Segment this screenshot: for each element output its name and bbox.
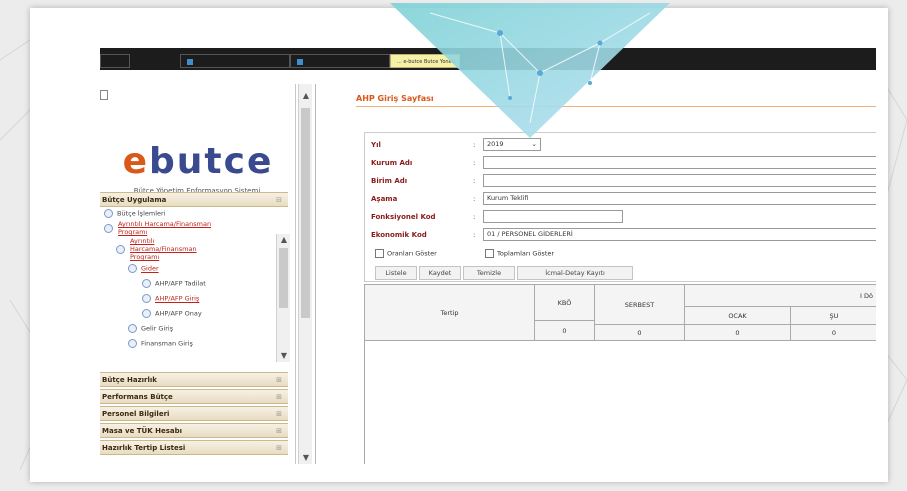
page-icon bbox=[142, 309, 151, 318]
header-serbest: SERBEST bbox=[595, 285, 685, 325]
ebutce-logo: ebutce bbox=[122, 141, 274, 182]
tree-link-harcama-finansman[interactable]: Harcama/Finansman bbox=[130, 245, 197, 253]
tree-item-gider[interactable]: Gider bbox=[128, 264, 159, 273]
tree-scrollbar[interactable]: ▲ ▼ bbox=[276, 234, 290, 362]
section-masa-tuk[interactable]: Masa ve TÜK Hesabı ⊞ bbox=[100, 423, 288, 438]
cell-kbo-value: 0 bbox=[535, 321, 595, 341]
tree-item-ahp-onay[interactable]: AHP/AFP Onay bbox=[142, 309, 202, 318]
page-icon bbox=[128, 324, 137, 333]
tree-link-ayrintili[interactable]: Ayrıntılı Harcama/Finansman bbox=[118, 220, 211, 228]
header-donem: I Dö bbox=[685, 285, 876, 307]
section-butce-uygulama[interactable]: Bütçe Uygulama ⊟ bbox=[100, 192, 288, 207]
expand-icon: ⊞ bbox=[276, 410, 282, 418]
sidebar-tree: Bütçe İşlemleri Ayrıntılı Harcama/Finans… bbox=[104, 208, 276, 370]
label-fonksiyonel: Fonksiyonel Kod bbox=[371, 213, 436, 221]
kurum-select[interactable] bbox=[483, 156, 876, 169]
tree-link-ayrintili-2[interactable]: Ayrıntılı bbox=[130, 237, 154, 245]
label-yil: Yıl bbox=[371, 141, 381, 149]
header-ocak: OCAK bbox=[685, 307, 791, 325]
cell-subat-value: 0 bbox=[791, 325, 876, 341]
page-icon bbox=[128, 339, 137, 348]
folder-icon bbox=[104, 224, 113, 233]
label-ekonomik: Ekonomik Kod bbox=[371, 231, 427, 239]
scroll-up-icon[interactable]: ▲ bbox=[299, 90, 313, 102]
page-icon bbox=[142, 279, 151, 288]
tree-item-ahp-tadilat[interactable]: AHP/AFP Tadilat bbox=[142, 279, 206, 288]
scroll-thumb[interactable] bbox=[301, 108, 310, 318]
header-subat: ŞU bbox=[791, 307, 876, 325]
fonksiyonel-kod-input[interactable] bbox=[483, 210, 623, 223]
folder-icon bbox=[116, 245, 125, 254]
cell-ocak-value: 0 bbox=[685, 325, 791, 341]
tree-item-ahf[interactable] bbox=[116, 245, 129, 254]
expand-icon: ⊞ bbox=[276, 376, 282, 384]
birim-select[interactable] bbox=[483, 174, 876, 187]
section-personel-bilgileri[interactable]: Personel Bilgileri ⊞ bbox=[100, 406, 288, 421]
section-hazirlik-tertip[interactable]: Hazırlık Tertip Listesi ⊞ bbox=[100, 440, 288, 455]
section-butce-hazirlik[interactable]: Bütçe Hazırlık ⊞ bbox=[100, 372, 288, 387]
checkbox-icon bbox=[485, 249, 494, 258]
tree-item-gelir-giris[interactable]: Gelir Giriş bbox=[128, 324, 173, 333]
collapse-icon: ⊟ bbox=[276, 196, 282, 204]
label-birim: Birim Adı bbox=[371, 177, 408, 185]
header-kbo: KBÖ bbox=[535, 285, 595, 321]
expand-icon: ⊞ bbox=[276, 393, 282, 401]
data-grid: Tertip KBÖ SERBEST I Dö OCAK ŞU 0 0 0 0 bbox=[364, 284, 876, 464]
app-icon bbox=[187, 58, 193, 65]
app-icon bbox=[297, 58, 303, 65]
ekonomik-kod-select[interactable]: 01 / PERSONEL GİDERLERİ bbox=[483, 228, 876, 241]
scroll-down-icon[interactable]: ▼ bbox=[299, 452, 313, 464]
tree-item-ahp-giris[interactable]: AHP/AFP Giriş bbox=[142, 294, 199, 303]
folder-icon bbox=[104, 209, 113, 218]
scroll-up-icon[interactable]: ▲ bbox=[277, 234, 291, 246]
taskbar-item[interactable] bbox=[290, 54, 390, 68]
asama-select[interactable]: Kurum Teklifi bbox=[483, 192, 876, 205]
oranlari-goster-checkbox[interactable]: Oranları Göster bbox=[375, 249, 437, 258]
expand-icon: ⊞ bbox=[276, 444, 282, 452]
checkbox-icon bbox=[375, 249, 384, 258]
toplamlari-goster-checkbox[interactable]: Toplamları Göster bbox=[485, 249, 554, 258]
filter-form: Yıl : 2019 ⌄ Kurum Adı : Birim Adı : Aşam… bbox=[364, 132, 876, 282]
section-performans-butce[interactable]: Performans Bütçe ⊞ bbox=[100, 389, 288, 404]
taskbar-item[interactable] bbox=[100, 54, 130, 68]
tree-link-programi-2[interactable]: Programı bbox=[130, 253, 159, 261]
scroll-thumb[interactable] bbox=[279, 248, 288, 308]
tree-item-finansman-giris[interactable]: Finansman Giriş bbox=[128, 339, 193, 348]
decorative-diamond bbox=[390, 3, 670, 138]
cell-serbest-value: 0 bbox=[595, 325, 685, 341]
page-scrollbar[interactable]: ▲ ▼ bbox=[298, 84, 312, 464]
tree-item-butce-islemleri[interactable]: Bütçe İşlemleri bbox=[104, 209, 166, 218]
kaydet-button[interactable]: Kaydet bbox=[419, 266, 461, 280]
label-asama: Aşama bbox=[371, 195, 398, 203]
temizle-button[interactable]: Temizle bbox=[463, 266, 515, 280]
page-icon bbox=[142, 294, 151, 303]
screenshot-frame: ... e-butce Butce Yoneti... ebutce Bütçe… bbox=[30, 3, 888, 482]
expand-icon: ⊞ bbox=[276, 427, 282, 435]
header-tertip: Tertip bbox=[365, 285, 535, 341]
tree-link-programi[interactable]: Programı bbox=[118, 228, 147, 236]
taskbar-item[interactable] bbox=[180, 54, 290, 68]
label-kurum: Kurum Adı bbox=[371, 159, 413, 167]
sidebar: ebutce Bütçe Yönetim Enformasyon Sistemi… bbox=[100, 84, 296, 464]
icmal-detay-button[interactable]: İcmal-Detay Kayıtı bbox=[517, 266, 633, 280]
listele-button[interactable]: Listele bbox=[375, 266, 417, 280]
folder-icon bbox=[128, 264, 137, 273]
page-icon bbox=[100, 90, 108, 100]
scroll-down-icon[interactable]: ▼ bbox=[277, 350, 291, 362]
tree-item-ayrintili-harcama[interactable] bbox=[104, 224, 117, 233]
